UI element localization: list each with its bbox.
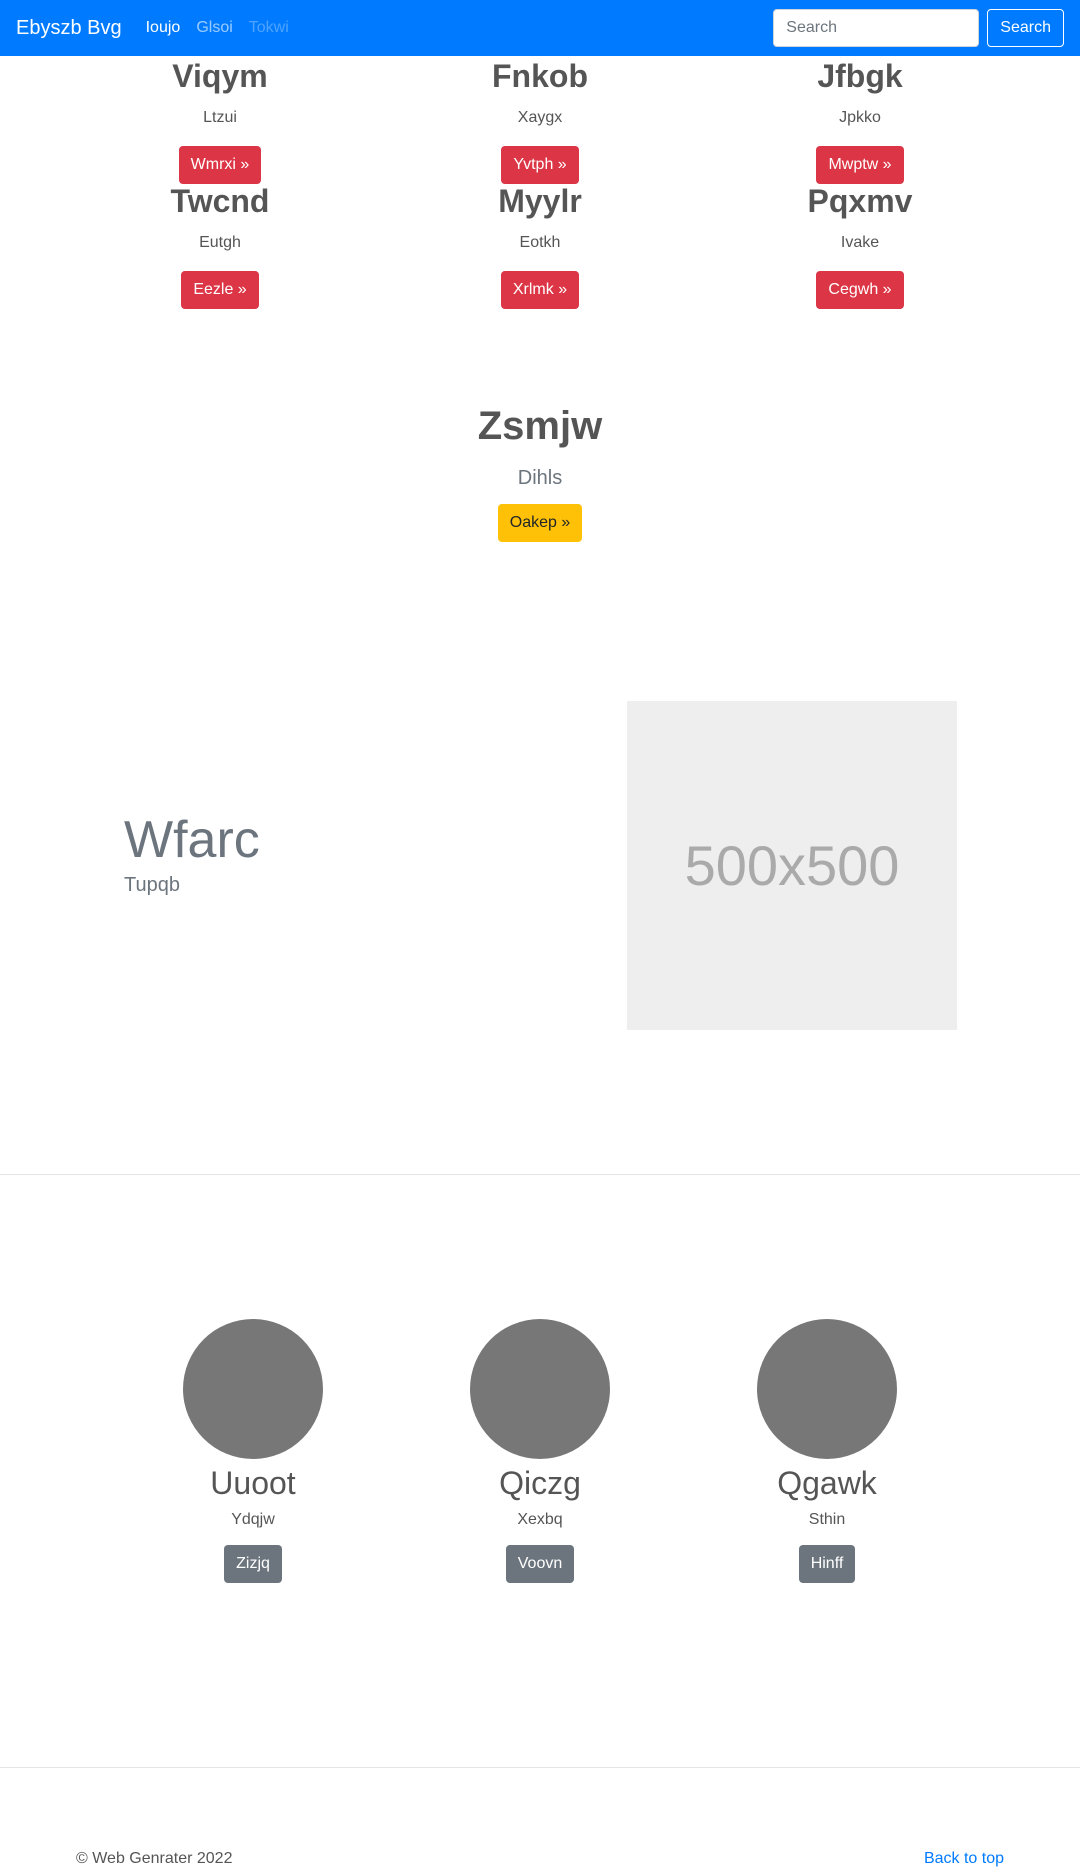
footer-copyright: © Web Genrater 2022 (76, 1850, 233, 1867)
product-subtitle: Eotkh (519, 234, 561, 251)
product-subtitle: Xaygx (517, 109, 563, 126)
product-title: Myylr (498, 183, 582, 219)
back-to-top-link[interactable]: Back to top (924, 1850, 1004, 1868)
feature-title: Zsmjw (477, 404, 603, 448)
team-member-button[interactable]: Voovn (505, 1545, 575, 1583)
avatar (757, 1319, 897, 1459)
team-member-name: Qgawk (777, 1465, 877, 1501)
product-subtitle: Jpkko (839, 109, 881, 126)
team-member-button[interactable]: Zizjq (224, 1545, 282, 1583)
team-member-subtitle: Sthin (808, 1511, 846, 1528)
feature-section: Zsmjw Dihls Oakep » (340, 400, 740, 542)
team-member: Uuoot Ydqjw Zizjq (143, 1319, 363, 1583)
product-card: Pqxmv Ivake Cegwh » (720, 181, 1000, 309)
feature-subtitle: Dihls (517, 467, 563, 489)
product-title: Pqxmv (807, 183, 913, 219)
team-member-name: Uuoot (210, 1465, 296, 1501)
product-card: Fnkob Xaygx Yvtph » (400, 56, 680, 184)
product-button[interactable]: Cegwh » (816, 271, 904, 309)
team-member-subtitle: Ydqjw (231, 1511, 275, 1528)
footer-divider (0, 1767, 1080, 1768)
product-button[interactable]: Mwptw » (816, 146, 904, 184)
nav-link-ioujo[interactable]: Ioujo (146, 19, 181, 37)
product-card: Myylr Eotkh Xrlmk » (400, 181, 680, 309)
avatar (470, 1319, 610, 1459)
avatar (183, 1319, 323, 1459)
team-member-name: Qiczg (499, 1465, 581, 1501)
navbar: Ebyszb Bvg Ioujo Glsoi Tokwi Search (0, 0, 1080, 56)
search-button[interactable]: Search (987, 9, 1064, 47)
team-member: Qgawk Sthin Hinff (717, 1319, 937, 1583)
nav-link-tokwi: Tokwi (248, 19, 289, 36)
hero-subtitle: Tupqb (124, 874, 180, 896)
hero-title: Wfarc (124, 811, 260, 869)
product-button[interactable]: Eezle » (181, 271, 259, 309)
product-subtitle: Ltzui (203, 109, 237, 126)
team-member-button[interactable]: Hinff (798, 1545, 856, 1583)
product-title: Fnkob (492, 58, 588, 94)
product-button[interactable]: Wmrxi » (178, 146, 262, 184)
team-member-subtitle: Xexbq (517, 1511, 563, 1528)
feature-button[interactable]: Oakep » (497, 504, 583, 542)
product-card: Viqym Ltzui Wmrxi » (80, 56, 360, 184)
search-input[interactable] (773, 9, 980, 47)
section-divider (0, 1174, 1080, 1175)
product-title: Jfbgk (817, 58, 903, 94)
product-button[interactable]: Xrlmk » (500, 271, 580, 309)
placeholder-image: 500x500 (627, 701, 957, 1030)
hero-text: Wfarc Tupqb (124, 810, 260, 897)
product-title: Twcnd (170, 183, 270, 219)
nav-link-glsoi[interactable]: Glsoi (196, 19, 232, 37)
product-card: Twcnd Eutgh Eezle » (80, 181, 360, 309)
team-member: Qiczg Xexbq Voovn (430, 1319, 650, 1583)
product-subtitle: Eutgh (199, 234, 241, 251)
placeholder-image-label: 500x500 (684, 834, 900, 897)
product-title: Viqym (172, 58, 268, 94)
product-subtitle: Ivake (840, 234, 880, 251)
product-button[interactable]: Yvtph » (501, 146, 579, 184)
brand-link[interactable]: Ebyszb Bvg (16, 17, 122, 40)
product-card: Jfbgk Jpkko Mwptw » (720, 56, 1000, 184)
